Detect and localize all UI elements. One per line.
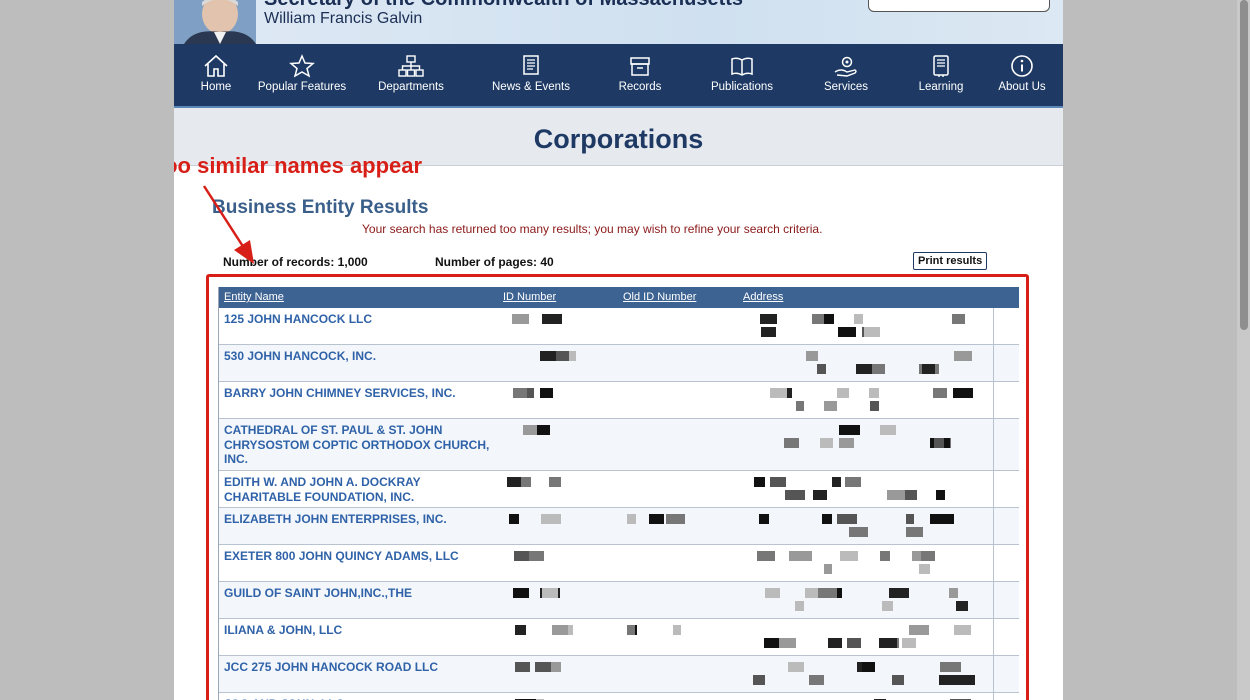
scrollbar-thumb[interactable] xyxy=(1240,0,1248,330)
nav-publications[interactable]: Publications xyxy=(704,44,780,106)
notebook-icon xyxy=(933,55,949,77)
nav-label: Publications xyxy=(710,81,773,93)
nav-learning[interactable]: Learning xyxy=(914,44,968,106)
site-header: Secretary of the Commonwealth of Massach… xyxy=(174,0,1063,44)
archive-box-icon xyxy=(630,57,650,76)
results-heading: Business Entity Results xyxy=(212,197,429,218)
secretary-portrait xyxy=(174,0,256,44)
nav-services[interactable]: Services xyxy=(820,44,872,106)
org-chart-icon xyxy=(398,55,424,77)
page-title: Corporations xyxy=(533,124,704,154)
page: Secretary of the Commonwealth of Massach… xyxy=(174,0,1063,700)
header-subtitle: William Francis Galvin xyxy=(264,10,423,27)
site-search-input[interactable] xyxy=(868,0,1050,12)
nav-popular-features[interactable]: Popular Features xyxy=(254,44,350,106)
nav-label: Departments xyxy=(378,81,444,93)
nav-departments[interactable]: Departments xyxy=(370,44,452,106)
records-count: Number of records: 1,000 xyxy=(223,255,368,269)
home-icon xyxy=(204,54,228,77)
print-results-button[interactable]: Print results xyxy=(913,252,988,270)
nav-label: Records xyxy=(618,81,662,93)
nav-news-events[interactable]: News & Events xyxy=(488,44,574,106)
pages-count: Number of pages: 40 xyxy=(435,255,554,269)
nav-label: Popular Features xyxy=(257,81,347,93)
star-icon xyxy=(289,54,315,78)
nav-label: Learning xyxy=(918,81,964,93)
search-warning: Your search has returned too many result… xyxy=(362,222,823,236)
nav-label: Services xyxy=(823,81,869,93)
nav-records[interactable]: Records xyxy=(614,44,666,106)
nav-label: News & Events xyxy=(492,81,570,93)
highlight-box xyxy=(206,274,1029,700)
main-nav: Home Popular Features Departments News &… xyxy=(174,44,1063,108)
annotation-text: Not too similar names appear xyxy=(174,153,423,178)
newspaper-icon xyxy=(523,55,539,75)
nav-label: Home xyxy=(200,81,232,93)
info-icon xyxy=(1011,55,1033,77)
nav-about-us[interactable]: About Us xyxy=(994,44,1050,106)
nav-label: About Us xyxy=(998,81,1046,93)
nav-home[interactable]: Home xyxy=(188,44,244,106)
book-icon xyxy=(731,57,753,76)
hand-gear-icon xyxy=(834,56,857,77)
